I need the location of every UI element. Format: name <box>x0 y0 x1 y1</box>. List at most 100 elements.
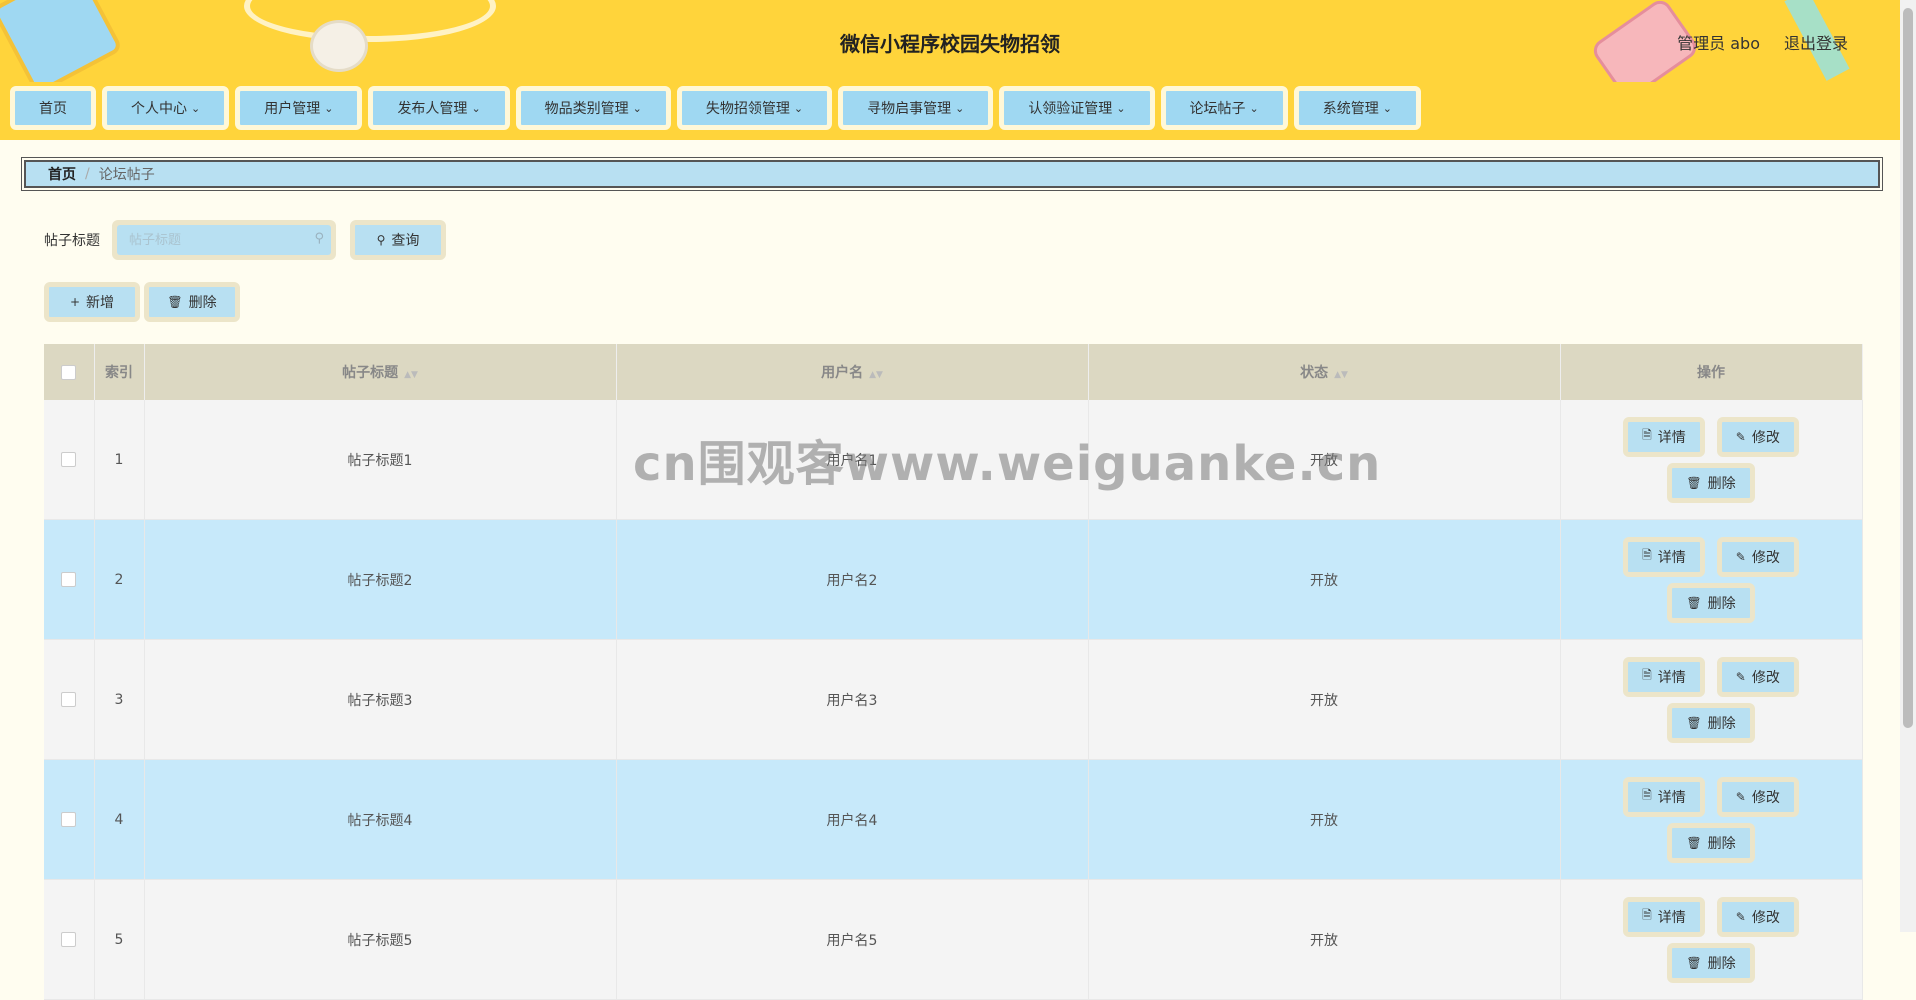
ops-cell: 🗎 详情 ✎ 修改 🗑 删除 <box>1560 519 1863 640</box>
row-checkbox[interactable] <box>61 692 77 707</box>
delete-button[interactable]: 🗑 删除 <box>1667 462 1755 503</box>
delete-button[interactable]: 🗑 删除 <box>1667 702 1755 743</box>
row-actions: 🗎 详情 ✎ 修改 🗑 删除 <box>1611 776 1811 863</box>
edit-button[interactable]: ✎ 修改 <box>1716 416 1799 457</box>
scrollbar-thumb[interactable] <box>1903 8 1913 728</box>
delete-label: 删除 <box>1707 595 1736 612</box>
title-header-label: 帖子标题 <box>342 365 399 381</box>
table-row: 3 帖子标题3 用户名3 开放 🗎 详情 ✎ 修改 🗑 删除 <box>44 639 1863 760</box>
row-checkbox[interactable] <box>61 932 77 947</box>
nav-item[interactable]: 寻物启事管理 ⌄ <box>838 86 994 130</box>
search-icon: ⚲ <box>376 233 386 247</box>
username-cell: 用户名4 <box>616 759 1089 880</box>
nav-item[interactable]: 物品类别管理 ⌄ <box>515 86 671 130</box>
nav-item-label: 发布人管理 <box>397 101 468 117</box>
nav-item[interactable]: 系统管理 ⌄ <box>1293 86 1421 130</box>
delete-label: 删除 <box>1707 715 1736 732</box>
username-header[interactable]: 用户名 ▲▼ <box>616 344 1089 400</box>
document-icon: 🗎 <box>1642 428 1652 442</box>
detail-button[interactable]: 🗎 详情 <box>1623 896 1705 937</box>
row-checkbox[interactable] <box>61 572 77 587</box>
pencil-icon: ✎ <box>1735 429 1746 444</box>
chevron-down-icon: ⌄ <box>1116 101 1126 115</box>
chevron-down-icon: ⌄ <box>632 101 642 115</box>
add-button[interactable]: + 新增 <box>44 282 140 322</box>
search-field-wrapper: ⚲ <box>112 220 336 260</box>
delete-button[interactable]: 🗑 删除 <box>1667 942 1755 983</box>
delete-button[interactable]: 🗑 删除 <box>1667 822 1755 863</box>
row-actions: 🗎 详情 ✎ 修改 🗑 删除 <box>1611 536 1811 623</box>
detail-label: 详情 <box>1657 549 1686 566</box>
breadcrumb-home[interactable]: 首页 <box>48 164 76 184</box>
nav-item-label: 系统管理 <box>1322 101 1379 117</box>
status-cell: 开放 <box>1088 519 1561 640</box>
search-row: 帖子标题 ⚲ ⚲ 查询 <box>44 220 446 260</box>
document-icon: 🗎 <box>1642 908 1652 922</box>
add-label: 新增 <box>86 295 115 311</box>
ops-cell: 🗎 详情 ✎ 修改 🗑 删除 <box>1560 400 1863 520</box>
nav-item-label: 寻物启事管理 <box>867 101 952 117</box>
detail-button[interactable]: 🗎 详情 <box>1623 416 1705 457</box>
breadcrumb: 首页 / 论坛帖子 <box>21 157 1883 191</box>
sort-icon[interactable]: ▲▼ <box>869 370 883 380</box>
document-icon: 🗎 <box>1642 788 1652 802</box>
table-body: 1 帖子标题1 用户名1 开放 🗎 详情 ✎ 修改 🗑 删除 2 帖子标题2 用户名2 开放 🗎 详情 ✎ 修改 🗑… <box>44 400 1863 1000</box>
document-icon: 🗎 <box>1642 668 1652 682</box>
edit-button[interactable]: ✎ 修改 <box>1716 536 1799 577</box>
edit-button[interactable]: ✎ 修改 <box>1716 896 1799 937</box>
nav-item[interactable]: 发布人管理 ⌄ <box>368 86 510 130</box>
detail-button[interactable]: 🗎 详情 <box>1623 776 1705 817</box>
title-cell: 帖子标题2 <box>144 519 617 640</box>
detail-label: 详情 <box>1657 909 1686 926</box>
detail-button[interactable]: 🗎 详情 <box>1623 536 1705 577</box>
status-header[interactable]: 状态 ▲▼ <box>1088 344 1561 400</box>
action-row: + 新增 🗑 删除 <box>44 282 240 322</box>
title-cell: 帖子标题1 <box>144 400 617 520</box>
pencil-icon: ✎ <box>1735 789 1746 804</box>
sort-icon[interactable]: ▲▼ <box>1334 370 1348 380</box>
row-actions: 🗎 详情 ✎ 修改 🗑 删除 <box>1611 896 1811 983</box>
select-all-checkbox[interactable] <box>61 364 77 380</box>
nav-item-label: 认领验证管理 <box>1028 101 1113 117</box>
trash-icon: 🗑 <box>167 295 183 309</box>
nav-item[interactable]: 认领验证管理 ⌄ <box>999 86 1155 130</box>
delete-label: 删除 <box>1707 835 1736 852</box>
index-cell: 5 <box>94 879 145 1000</box>
sort-icon[interactable]: ▲▼ <box>404 370 418 380</box>
row-select-cell <box>44 759 95 880</box>
edit-label: 修改 <box>1751 909 1780 926</box>
edit-button[interactable]: ✎ 修改 <box>1716 776 1799 817</box>
detail-button[interactable]: 🗎 详情 <box>1623 656 1705 697</box>
header: 微信小程序校园失物招领 管理员 abo 退出登录 <box>0 0 1900 83</box>
detail-label: 详情 <box>1657 669 1686 686</box>
title-cell: 帖子标题3 <box>144 639 617 760</box>
nav-item[interactable]: 失物招领管理 ⌄ <box>676 86 833 130</box>
search-input[interactable] <box>117 225 331 255</box>
nav-item[interactable]: 首页 <box>10 86 96 130</box>
delete-button[interactable]: 🗑 删除 <box>1667 582 1755 623</box>
nav-item[interactable]: 论坛帖子 ⌄ <box>1160 86 1288 130</box>
row-checkbox[interactable] <box>61 812 77 827</box>
trash-icon: 🗑 <box>1686 955 1702 970</box>
vertical-scrollbar[interactable] <box>1900 0 1916 932</box>
edit-label: 修改 <box>1751 549 1780 566</box>
nav-item[interactable]: 个人中心 ⌄ <box>102 86 230 130</box>
trash-icon: 🗑 <box>1686 595 1702 610</box>
index-cell: 4 <box>94 759 145 880</box>
batch-delete-button[interactable]: 🗑 删除 <box>144 282 240 322</box>
nav-item-label: 论坛帖子 <box>1189 101 1246 117</box>
plus-icon: + <box>69 295 81 309</box>
title-header[interactable]: 帖子标题 ▲▼ <box>144 344 617 400</box>
delete-label: 删除 <box>188 295 217 311</box>
index-cell: 3 <box>94 639 145 760</box>
nav-item[interactable]: 用户管理 ⌄ <box>235 86 363 130</box>
chevron-down-icon: ⌄ <box>324 101 334 115</box>
delete-label: 删除 <box>1707 955 1736 972</box>
pencil-icon: ✎ <box>1735 549 1746 564</box>
edit-label: 修改 <box>1751 669 1780 686</box>
edit-button[interactable]: ✎ 修改 <box>1716 656 1799 697</box>
chevron-down-icon: ⌄ <box>793 101 804 115</box>
logout-button[interactable]: 退出登录 <box>1784 30 1848 54</box>
query-button[interactable]: ⚲ 查询 <box>350 220 446 260</box>
row-checkbox[interactable] <box>61 452 77 467</box>
